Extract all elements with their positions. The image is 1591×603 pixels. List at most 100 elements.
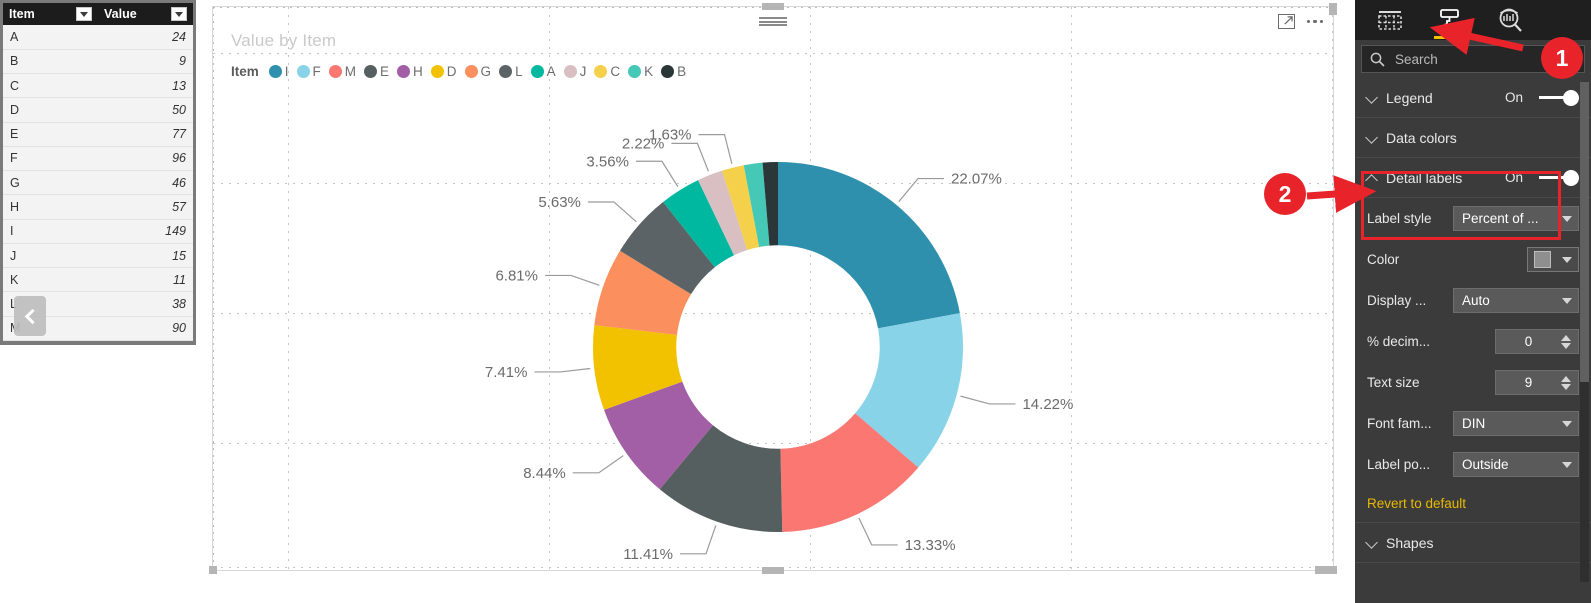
legend-title: Item: [231, 64, 259, 79]
cell-value: 77: [98, 122, 193, 147]
column-header-item[interactable]: Item: [3, 3, 98, 25]
chevron-down-icon: [1562, 256, 1573, 263]
donut-chart-visual[interactable]: Value by Item Item IFMEHDGLAJCKB 22.07% …: [209, 3, 1337, 574]
section-shapes[interactable]: Shapes: [1355, 523, 1591, 563]
legend-item[interactable]: F: [296, 64, 321, 79]
table-row[interactable]: H 57: [3, 194, 193, 220]
label-style-label: Label style: [1367, 211, 1432, 226]
table-row[interactable]: G 46: [3, 170, 193, 196]
drag-grip-icon[interactable]: [759, 17, 787, 26]
column-header-value-label: Value: [104, 7, 137, 21]
text-size-stepper[interactable]: 9: [1495, 370, 1579, 395]
cell-value: 13: [98, 73, 193, 99]
table-row[interactable]: J 15: [3, 243, 193, 269]
legend-color-dot: [464, 65, 478, 78]
display-units-dropdown[interactable]: Auto: [1453, 288, 1579, 313]
legend-toggle[interactable]: [1539, 89, 1579, 106]
percent-data-label: 5.63%: [538, 194, 581, 211]
field-color: Color: [1355, 239, 1591, 280]
chart-legend: Item I F M E H D G L A J C K B: [231, 64, 694, 79]
donut-slice[interactable]: [778, 162, 960, 329]
collapse-panel-button[interactable]: [14, 296, 46, 336]
legend-item[interactable]: G: [464, 64, 491, 79]
detail-labels-toggle[interactable]: [1539, 169, 1579, 186]
report-canvas[interactable]: Value by Item Item IFMEHDGLAJCKB 22.07% …: [196, 0, 1355, 603]
format-pane-scrollbar[interactable]: [1580, 82, 1589, 582]
resize-handle-bottom-left[interactable]: [209, 566, 217, 574]
focus-mode-icon[interactable]: [1277, 14, 1295, 29]
analytics-tab[interactable]: [1493, 3, 1527, 37]
label-position-dropdown[interactable]: Outside: [1453, 452, 1579, 477]
label-style-value: Percent of ...: [1462, 211, 1539, 226]
cell-value: 46: [98, 170, 193, 196]
resize-handle-bottom[interactable]: [762, 567, 784, 574]
filter-dropdown-item[interactable]: [76, 7, 92, 21]
legend-item[interactable]: H: [397, 64, 423, 79]
cell-item: J: [3, 243, 98, 269]
table-row[interactable]: K 11: [3, 267, 193, 293]
analytics-magnifier-icon: [1499, 8, 1522, 32]
fields-tab[interactable]: [1373, 3, 1407, 37]
scrollbar-thumb[interactable]: [1580, 82, 1589, 382]
legend-item[interactable]: A: [530, 64, 556, 79]
annotation-badge-2: 2: [1264, 173, 1306, 215]
cell-item: G: [3, 170, 98, 196]
filter-dropdown-value[interactable]: [171, 7, 187, 21]
legend-item[interactable]: D: [430, 64, 457, 79]
paint-roller-icon: [1440, 9, 1459, 33]
percent-data-label: 11.41%: [623, 546, 673, 563]
legend-color-dot: [430, 65, 444, 78]
stepper-down-icon[interactable]: [1561, 342, 1571, 349]
legend-item-label: A: [546, 64, 556, 79]
section-detail-labels-label: Detail labels: [1386, 169, 1463, 186]
label-color-picker[interactable]: [1527, 247, 1579, 272]
percent-data-label: 1.63%: [649, 127, 692, 144]
font-family-value: DIN: [1462, 416, 1486, 431]
legend-item[interactable]: B: [661, 64, 686, 79]
stepper-down-icon[interactable]: [1561, 383, 1571, 390]
table-row[interactable]: D 50: [3, 97, 193, 123]
chevron-down-icon: [1367, 92, 1378, 103]
stepper-up-icon[interactable]: [1561, 334, 1571, 341]
legend-item[interactable]: M: [328, 64, 356, 79]
format-tab[interactable]: [1433, 3, 1467, 39]
section-data-colors[interactable]: Data colors: [1355, 118, 1591, 158]
stepper-up-icon[interactable]: [1561, 375, 1571, 382]
table-row[interactable]: C 13: [3, 73, 193, 99]
cell-item: H: [3, 194, 98, 220]
percent-decimals-label: % decim...: [1367, 334, 1431, 349]
donut-svg: 22.07% 14.22% 13.33% 11.41% 8.44% 7.41% 6.81% 5…: [485, 127, 1073, 563]
more-options-icon[interactable]: [1306, 19, 1323, 24]
legend-item[interactable]: J: [563, 64, 586, 79]
resize-handle-top-right[interactable]: [1329, 3, 1337, 15]
stepper-arrows: [1561, 375, 1574, 390]
search-icon: [1370, 52, 1385, 67]
percent-decimals-stepper[interactable]: 0: [1495, 329, 1579, 354]
label-style-dropdown[interactable]: Percent of ...: [1453, 206, 1579, 231]
table-row[interactable]: I 149: [3, 219, 193, 244]
section-legend[interactable]: Legend On: [1355, 78, 1591, 118]
resize-handle-bottom-right[interactable]: [1315, 566, 1337, 574]
revert-row: Revert to default: [1355, 485, 1591, 523]
legend-item[interactable]: E: [364, 64, 389, 79]
table-header-row: Item Value: [3, 3, 193, 25]
legend-item[interactable]: L: [499, 64, 523, 79]
resize-handle-top[interactable]: [762, 3, 784, 10]
legend-color-dot: [563, 65, 577, 78]
table-row[interactable]: B9: [3, 49, 193, 75]
legend-color-dot: [499, 65, 513, 78]
legend-item-label: C: [610, 64, 621, 79]
table-row[interactable]: F 96: [3, 146, 193, 172]
legend-item[interactable]: K: [628, 64, 653, 79]
color-swatch: [1533, 251, 1551, 268]
column-header-value[interactable]: Value: [98, 3, 193, 25]
table-row[interactable]: E 77: [3, 122, 193, 147]
percent-decimals-value: 0: [1524, 334, 1533, 349]
legend-item-label: F: [312, 64, 321, 79]
legend-item[interactable]: I: [268, 64, 289, 79]
font-family-dropdown[interactable]: DIN: [1453, 411, 1579, 436]
section-detail-labels[interactable]: Detail labels On: [1355, 158, 1591, 198]
revert-to-default-link[interactable]: Revert to default: [1367, 496, 1466, 511]
table-row[interactable]: A 24: [3, 25, 193, 50]
legend-item[interactable]: C: [594, 64, 620, 79]
